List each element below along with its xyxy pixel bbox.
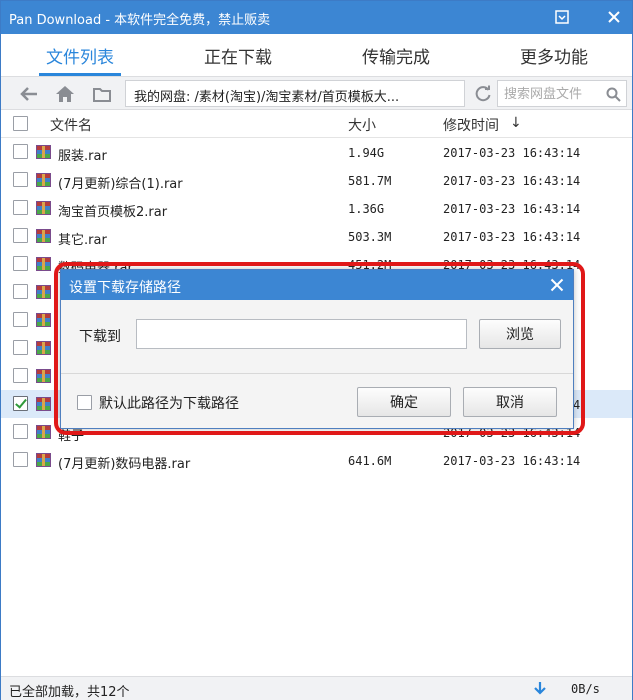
table-header: 文件名 大小 修改时间 ↓	[1, 110, 632, 138]
row-checkbox[interactable]	[13, 312, 28, 327]
rar-archive-icon	[36, 369, 51, 383]
table-row[interactable]: (7月更新)数码电器.rar 641.6M 2017-03-23 16:43:14	[1, 446, 632, 474]
dialog-divider	[61, 373, 573, 374]
file-name: 服装.rar	[58, 149, 107, 164]
table-row[interactable]: (7月更新)综合(1).rar 581.7M 2017-03-23 16:43:14	[1, 166, 632, 194]
rar-archive-icon	[36, 453, 51, 467]
dialog-close-icon[interactable]	[547, 275, 567, 295]
row-checkbox[interactable]	[13, 200, 28, 215]
close-icon[interactable]	[603, 6, 625, 28]
default-path-label[interactable]: 默认此路径为下载路径	[99, 393, 239, 413]
row-checkbox[interactable]	[13, 340, 28, 355]
browse-button[interactable]: 浏览	[479, 319, 561, 349]
row-checkbox[interactable]	[13, 396, 28, 411]
rar-archive-icon	[36, 257, 51, 271]
file-name: (7月更新)综合(1).rar	[58, 177, 183, 192]
tab-bar: 文件列表 正在下载 传输完成 更多功能	[1, 34, 632, 76]
row-checkbox[interactable]	[13, 368, 28, 383]
default-path-checkbox[interactable]	[77, 395, 92, 410]
rar-archive-icon	[36, 425, 51, 439]
download-path-dialog: 设置下载存储路径 下载到 浏览 默认此路径为下载路径 确定 取消	[60, 269, 574, 429]
search-box[interactable]	[497, 80, 627, 107]
minimize-icon[interactable]	[551, 6, 573, 28]
tab-completed[interactable]: 传输完成	[317, 34, 475, 76]
rar-archive-icon	[36, 313, 51, 327]
status-text: 已全部加载，共12个	[9, 685, 130, 700]
table-row[interactable]: 淘宝首页模板2.rar 1.36G 2017-03-23 16:43:14	[1, 194, 632, 222]
table-row[interactable]: 其它.rar 503.3M 2017-03-23 16:43:14	[1, 222, 632, 250]
rar-archive-icon	[36, 397, 51, 411]
file-name: (7月更新)数码电器.rar	[58, 457, 191, 472]
table-row[interactable]: 服装.rar 1.94G 2017-03-23 16:43:14	[1, 138, 632, 166]
path-breadcrumb[interactable]: 我的网盘: /素材(淘宝)/淘宝素材/首页模板大...	[125, 80, 465, 107]
file-name: 其它.rar	[58, 233, 107, 248]
file-size: 503.3M	[348, 230, 392, 244]
file-modified-date: 2017-03-23 16:43:14	[443, 202, 581, 216]
file-size: 1.94G	[348, 146, 385, 160]
search-icon[interactable]	[604, 85, 622, 103]
download-speed: 0B/s	[571, 682, 600, 696]
file-size: 641.6M	[348, 454, 392, 468]
header-size[interactable]: 大小	[348, 115, 376, 135]
row-checkbox[interactable]	[13, 452, 28, 467]
window-title: Pan Download - 本软件完全免费，禁止贩卖	[9, 13, 271, 28]
download-to-label: 下载到	[79, 329, 121, 345]
file-modified-date: 2017-03-23 16:43:14	[443, 230, 581, 244]
back-arrow-icon[interactable]	[17, 82, 41, 106]
file-modified-date: 2017-03-23 16:43:14	[443, 454, 581, 468]
file-size: 1.36G	[348, 202, 385, 216]
ok-button[interactable]: 确定	[357, 387, 451, 417]
folder-icon[interactable]	[90, 82, 114, 106]
row-checkbox[interactable]	[13, 228, 28, 243]
refresh-icon[interactable]	[471, 82, 495, 106]
header-filename[interactable]: 文件名	[50, 115, 92, 135]
rar-archive-icon	[36, 229, 51, 243]
rar-archive-icon	[36, 341, 51, 355]
file-name: 淘宝首页模板2.rar	[58, 205, 168, 220]
rar-archive-icon	[36, 173, 51, 187]
rar-archive-icon	[36, 145, 51, 159]
rar-archive-icon	[36, 201, 51, 215]
row-checkbox[interactable]	[13, 256, 28, 271]
status-bar: 已全部加载，共12个 0B/s	[1, 676, 632, 700]
tab-downloading[interactable]: 正在下载	[159, 34, 317, 76]
dialog-title-bar[interactable]: 设置下载存储路径	[61, 270, 573, 300]
row-checkbox[interactable]	[13, 284, 28, 299]
download-arrow-icon	[533, 680, 547, 696]
nav-bar: 我的网盘: /素材(淘宝)/淘宝素材/首页模板大...	[1, 76, 632, 110]
select-all-checkbox[interactable]	[13, 116, 28, 131]
file-size: 581.7M	[348, 174, 392, 188]
row-checkbox[interactable]	[13, 144, 28, 159]
home-icon[interactable]	[53, 82, 77, 106]
download-path-input[interactable]	[136, 319, 467, 349]
search-input[interactable]	[504, 85, 600, 103]
header-modified[interactable]: 修改时间	[443, 115, 499, 135]
file-modified-date: 2017-03-23 16:43:14	[443, 146, 581, 160]
sort-desc-icon[interactable]: ↓	[510, 115, 522, 131]
tab-more[interactable]: 更多功能	[475, 34, 633, 76]
tab-file-list[interactable]: 文件列表	[1, 34, 159, 76]
cancel-button[interactable]: 取消	[463, 387, 557, 417]
title-bar[interactable]: Pan Download - 本软件完全免费，禁止贩卖	[1, 1, 632, 34]
dialog-title: 设置下载存储路径	[69, 280, 181, 296]
rar-archive-icon	[36, 285, 51, 299]
row-checkbox[interactable]	[13, 424, 28, 439]
row-checkbox[interactable]	[13, 172, 28, 187]
file-modified-date: 2017-03-23 16:43:14	[443, 174, 581, 188]
